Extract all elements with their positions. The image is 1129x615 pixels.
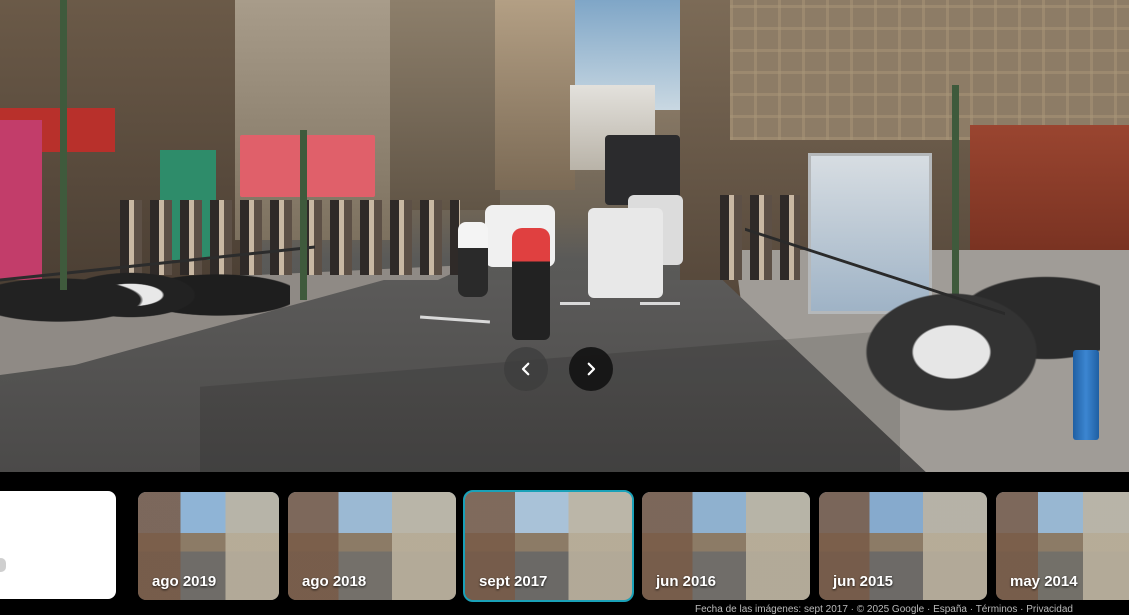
thumbnail-date-label: ago 2019: [152, 573, 217, 590]
lane-marking: [640, 302, 680, 305]
blank-thumbnail[interactable]: [0, 491, 116, 599]
lamp-post: [60, 0, 67, 290]
building-left-4: [495, 0, 575, 190]
next-arrow-button[interactable]: [569, 347, 613, 391]
thumbnail-card[interactable]: jun 2015: [819, 492, 987, 600]
van: [588, 208, 663, 298]
thumbnail-card[interactable]: ago 2019: [138, 492, 279, 600]
thumbnail-date-label: sept 2017: [479, 573, 548, 590]
footer-attribution: Fecha de las imágenes: sept 2017 · © 202…: [695, 604, 1073, 615]
thumbnail-card[interactable]: jun 2016: [642, 492, 810, 600]
shop-awning-pink: [240, 135, 375, 197]
previous-arrow-button[interactable]: [504, 347, 548, 391]
building-left-3: [390, 0, 500, 210]
thumbnail-card[interactable]: may 2014: [996, 492, 1129, 600]
thumbnail-date-label: ago 2018: [302, 573, 367, 590]
traffic-light-pole: [300, 130, 307, 300]
thumbnail-card[interactable]: sept 2017: [463, 490, 634, 602]
thumbnail-date-label: jun 2016: [656, 573, 717, 590]
lane-marking: [560, 302, 590, 305]
time-travel-strip: ago 2019 ago 2018 sept 2017 jun 2016 jun…: [0, 472, 1129, 615]
chevron-left-icon: [521, 362, 530, 376]
chevron-right-icon: [587, 362, 596, 376]
motorcyclist: [512, 228, 550, 340]
scaffolding: [730, 0, 1129, 140]
motorcyclist: [458, 222, 488, 297]
thumbnail-date-label: jun 2015: [833, 573, 894, 590]
blue-bollard: [1073, 350, 1099, 440]
street-view-panorama[interactable]: [0, 0, 1129, 472]
thumbnail-date-label: may 2014: [1010, 573, 1078, 590]
thumbnail-card[interactable]: ago 2018: [288, 492, 456, 600]
